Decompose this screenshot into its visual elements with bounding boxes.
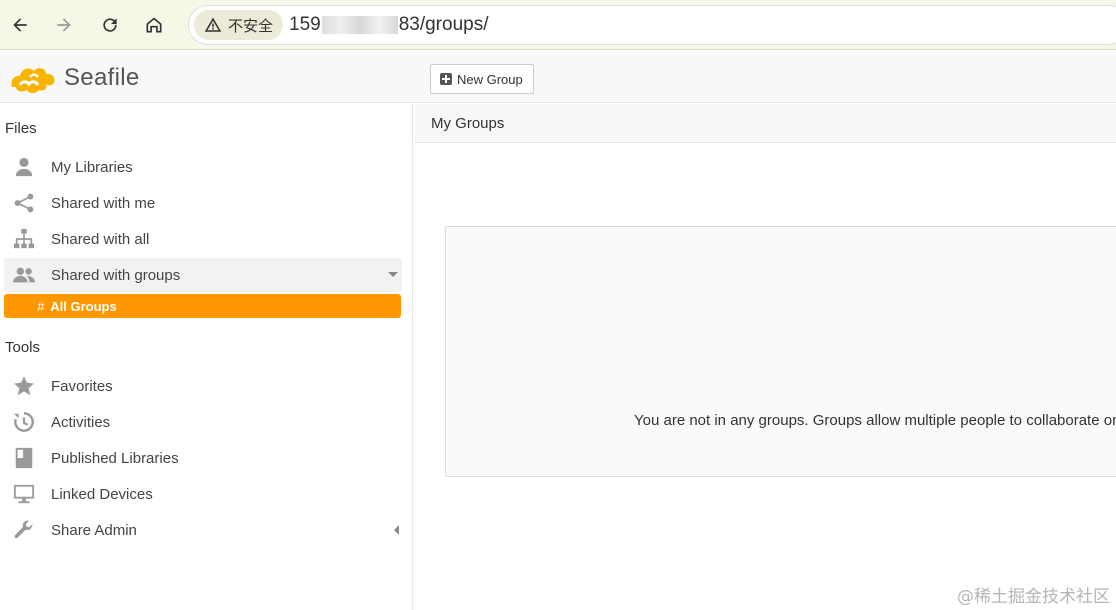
url-prefix: 159 <box>289 14 321 35</box>
address-bar[interactable]: 不安全 159 83/groups/ <box>188 5 1116 45</box>
sidebar-item-label: Shared with all <box>51 230 150 248</box>
sidebar-item-label: Published Libraries <box>51 449 179 467</box>
app-header: Seafile New Group <box>0 51 1116 103</box>
tools-section-title: Tools <box>5 339 41 356</box>
share-nodes-icon <box>12 191 36 215</box>
sidebar-item-all-groups[interactable]: # All Groups <box>4 294 401 318</box>
security-indicator[interactable]: 不安全 <box>194 10 284 40</box>
reload-button[interactable] <box>93 8 127 42</box>
sidebar-item-my-libraries[interactable]: My Libraries <box>4 150 402 184</box>
home-icon <box>146 17 162 33</box>
sidebar-item-linked-devices[interactable]: Linked Devices <box>4 477 402 511</box>
watermark: @稀土掘金技术社区 <box>957 587 1110 607</box>
security-label: 不安全 <box>228 17 274 35</box>
sidebar-item-label: Linked Devices <box>51 485 153 503</box>
user-icon <box>12 155 36 179</box>
new-group-button[interactable]: New Group <box>430 64 534 94</box>
logo-text: Seafile <box>64 64 140 91</box>
sidebar-item-share-admin[interactable]: Share Admin <box>4 513 402 547</box>
empty-state-message: You are not in any groups. Groups allow … <box>634 412 1116 429</box>
hash-icon: # <box>37 298 45 314</box>
sitemap-icon <box>12 227 36 251</box>
plus-square-icon <box>440 73 452 85</box>
reload-icon <box>103 18 117 32</box>
book-icon <box>12 446 36 470</box>
sidebar-item-label: Favorites <box>51 377 113 395</box>
users-icon <box>12 263 36 287</box>
page-title: My Groups <box>431 115 505 132</box>
sidebar-item-label: All Groups <box>50 298 117 314</box>
redacted-ip <box>321 16 398 34</box>
back-button[interactable] <box>3 8 37 42</box>
sidebar-item-shared-with-groups[interactable]: Shared with groups <box>4 258 402 292</box>
arrow-left-icon <box>13 18 27 32</box>
seafile-logo[interactable]: Seafile <box>8 61 139 95</box>
monitor-icon <box>12 482 36 506</box>
star-icon <box>12 374 36 398</box>
empty-state-panel: You are not in any groups. Groups allow … <box>445 226 1116 477</box>
sidebar-item-activities[interactable]: Activities <box>4 405 402 439</box>
sidebar-item-label: Shared with me <box>51 194 156 212</box>
sidebar-item-label: Shared with groups <box>51 266 181 284</box>
url-suffix: 83/groups/ <box>398 14 489 35</box>
sidebar-item-favorites[interactable]: Favorites <box>4 369 402 403</box>
sidebar-item-label: My Libraries <box>51 158 133 176</box>
sidebar-item-shared-with-me[interactable]: Shared with me <box>4 186 402 220</box>
new-group-label: New Group <box>457 71 523 87</box>
chevron-down-icon[interactable] <box>388 272 398 277</box>
files-section-title: Files <box>5 120 37 137</box>
sidebar-item-shared-with-all[interactable]: Shared with all <box>4 222 402 256</box>
sidebar: Files My Libraries Shared with me Shared… <box>0 104 413 610</box>
home-button[interactable] <box>137 8 171 42</box>
warning-icon <box>204 17 222 32</box>
main-header: My Groups <box>414 104 1116 143</box>
wrench-icon <box>12 518 36 542</box>
sidebar-item-label: Share Admin <box>51 521 137 539</box>
chevron-left-icon[interactable] <box>394 525 399 535</box>
forward-button[interactable] <box>47 8 81 42</box>
arrow-right-icon <box>57 18 71 32</box>
url-text: 159 83/groups/ <box>289 14 489 36</box>
browser-toolbar: 不安全 159 83/groups/ <box>0 0 1116 50</box>
sidebar-item-published-libraries[interactable]: Published Libraries <box>4 441 402 475</box>
sidebar-item-label: Activities <box>51 413 111 431</box>
seafile-logo-icon <box>11 68 55 93</box>
history-icon <box>12 410 36 434</box>
